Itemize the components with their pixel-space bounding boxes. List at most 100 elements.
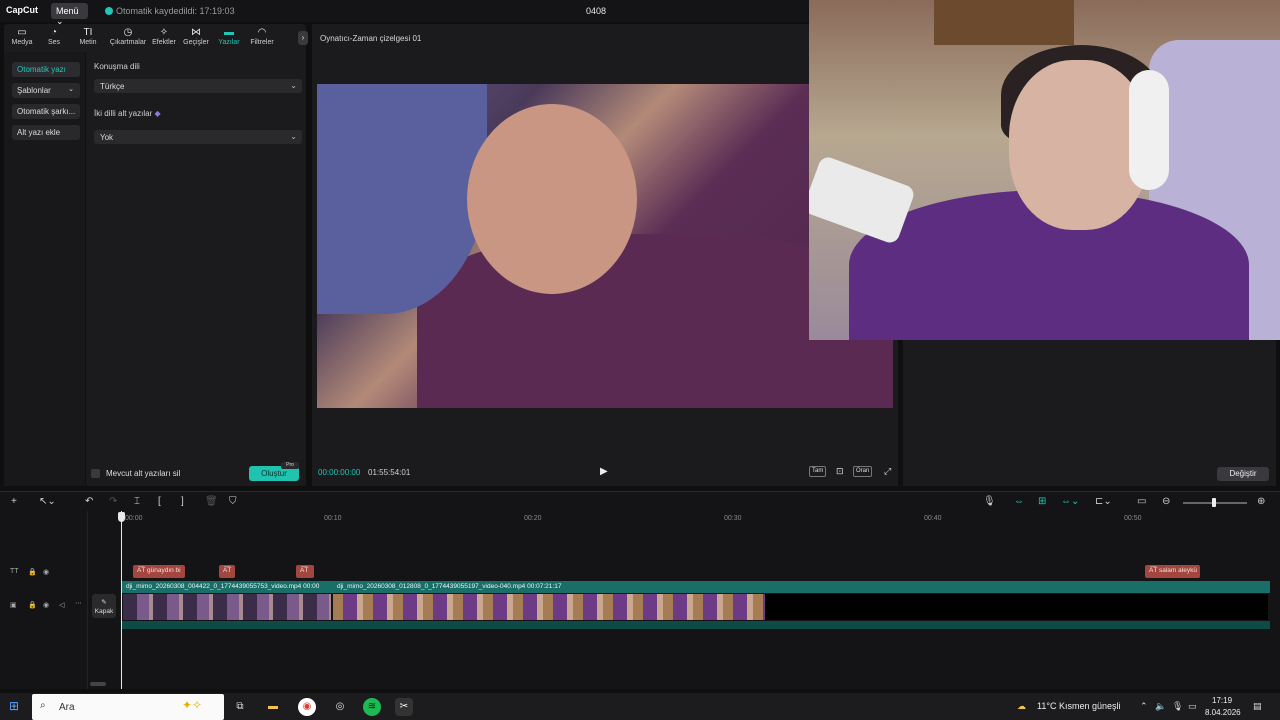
bilingual-select[interactable]: Yok ⌄: [94, 130, 302, 144]
link-icon[interactable]: ⇔: [1014, 496, 1024, 507]
cover-button[interactable]: ✎ Kapak: [92, 594, 116, 618]
network-icon[interactable]: ▭: [1188, 701, 1197, 712]
sidebar-item-templates[interactable]: Şablonlar ⌄: [12, 83, 80, 98]
horizontal-scrollbar[interactable]: [90, 682, 106, 686]
eye-icon[interactable]: ◉: [43, 568, 49, 576]
video-track-icon: ▣: [10, 602, 17, 609]
shield-icon[interactable]: ⛉: [229, 496, 237, 507]
chrome-icon[interactable]: ◉: [298, 698, 316, 716]
weather-text[interactable]: 11°C Kısmen güneşli: [1037, 701, 1120, 711]
ruler-label: 00:30: [724, 515, 742, 522]
project-title: 0408: [586, 6, 607, 16]
zoom-slider-handle[interactable]: [1212, 498, 1216, 507]
clip-label: dji_mimo_20260308_004422_0_1774439055753…: [126, 583, 320, 590]
chevron-down-icon: ⌄: [290, 132, 297, 141]
lock-icon[interactable]: 🔒: [28, 601, 37, 609]
capcut-logo: CapCut: [6, 5, 38, 15]
timeline: TT 🔒 ◉ ▣ 🔒 ◉ ◁ ⋯ 00:00 00:10 00:20 00:30…: [0, 511, 1280, 689]
tab-effects[interactable]: ✧ Efektler: [147, 27, 181, 51]
delete-icon[interactable]: 🗑: [205, 496, 218, 507]
task-view-icon[interactable]: ⧉: [231, 698, 249, 716]
search-icon: ⌕: [40, 700, 46, 711]
taskbar-search[interactable]: ⌕ Ara ✦✧: [32, 694, 224, 720]
audio-icon: ◔: [50, 27, 58, 38]
obs-icon[interactable]: ◎: [331, 698, 349, 716]
more-icon[interactable]: ⋯: [75, 599, 82, 607]
video-clip-empty[interactable]: [765, 594, 1268, 620]
transitions-icon: ⋈: [191, 27, 201, 38]
captions-icon: ▬: [224, 27, 234, 38]
cover-label: Kapak: [94, 608, 114, 615]
tab-filters[interactable]: ◠ Filtreler: [245, 27, 279, 51]
select-tool-icon[interactable]: ↖⌄: [39, 496, 56, 507]
search-placeholder: Ara: [59, 702, 75, 713]
capcut-app-icon[interactable]: ✂: [395, 698, 413, 716]
clock-date[interactable]: 8.04.2026: [1205, 708, 1241, 717]
pro-badge: Pro: [281, 462, 299, 469]
add-icon[interactable]: +: [11, 496, 17, 507]
tab-transitions[interactable]: ⋈ Geçişler: [179, 27, 213, 51]
microphone-icon[interactable]: 🎙: [983, 496, 996, 507]
play-icon[interactable]: ▶: [600, 466, 608, 477]
caption-icon[interactable]: ▭: [1137, 496, 1146, 507]
menu-button[interactable]: Menü ⌄: [51, 3, 88, 26]
microphone-tray-icon[interactable]: 🎙: [1172, 701, 1183, 712]
snap-icon[interactable]: ⇔⌄: [1061, 496, 1079, 507]
undo-icon[interactable]: ↶: [85, 496, 93, 507]
lock-icon[interactable]: 🔒: [28, 568, 37, 576]
windows-taskbar: ⊞ ⌕ Ara ✦✧ ⧉ ▬ ◉ ◎ ≋ ✂ ☁ 11°C Kısmen gün…: [0, 693, 1280, 720]
tab-label: Geçişler: [183, 39, 209, 46]
clock-time[interactable]: 17:19: [1212, 696, 1232, 705]
spotify-icon[interactable]: ≋: [363, 698, 381, 716]
sidebar-item-auto-lyrics[interactable]: Otomatik şarkı...: [12, 104, 80, 119]
notification-icon[interactable]: ▤: [1253, 701, 1262, 712]
preview-face: [467, 104, 637, 294]
split-icon[interactable]: ⌶: [134, 496, 140, 507]
sidebar-item-label: Şablonlar: [17, 86, 51, 95]
full-button[interactable]: Tam: [809, 466, 827, 477]
caption-clip[interactable]: A͞T günaydın bi: [133, 565, 185, 578]
tab-text[interactable]: TI Metin: [71, 27, 105, 51]
tab-label: Çıkartmalar: [109, 39, 147, 46]
volume-icon[interactable]: 🔈: [1155, 701, 1166, 712]
speaker-icon[interactable]: ◁: [59, 601, 64, 609]
eye-icon[interactable]: ◉: [43, 601, 49, 609]
trim-left-icon[interactable]: [: [158, 496, 161, 507]
weather-icon[interactable]: ☁: [1017, 701, 1026, 712]
video-clip[interactable]: [333, 594, 765, 620]
delete-existing-checkbox[interactable]: [91, 469, 100, 478]
trim-right-icon[interactable]: ]: [181, 496, 184, 507]
caption-clip[interactable]: A͞T salam aleykü: [1145, 565, 1200, 578]
webcam-shelf: [934, 0, 1074, 45]
preview-axis-icon[interactable]: ⊏⌄: [1095, 496, 1112, 507]
playhead[interactable]: [121, 511, 122, 689]
tab-label: Yazılar: [218, 39, 240, 46]
chevron-up-icon[interactable]: ⌃: [1140, 701, 1148, 712]
caption-clip[interactable]: A͞T: [296, 565, 314, 578]
file-explorer-icon[interactable]: ▬: [264, 698, 282, 716]
tab-stickers[interactable]: ◷ Çıkartmalar: [108, 27, 148, 51]
tab-media[interactable]: ▭ Medya: [5, 27, 39, 51]
audio-waveform[interactable]: [122, 621, 1270, 629]
zoom-out-icon[interactable]: ⊖: [1162, 496, 1170, 507]
tab-audio[interactable]: ◔ Ses: [37, 27, 71, 51]
fullscreen-icon[interactable]: ⤢: [882, 465, 893, 476]
zoom-in-icon[interactable]: ⊕: [1257, 496, 1265, 507]
chevron-down-icon: ⌄: [68, 86, 74, 93]
caption-clip[interactable]: A͞T: [219, 565, 235, 578]
chevron-right-icon[interactable]: ›: [298, 31, 308, 45]
video-preview[interactable]: [317, 84, 893, 408]
sidebar-item-auto-captions[interactable]: Otomatik yazı: [12, 62, 80, 77]
change-button[interactable]: Değiştir: [1217, 467, 1269, 481]
ratio-button[interactable]: Oran: [853, 466, 873, 477]
sidebar-item-add-subtitle[interactable]: Alt yazı ekle: [12, 125, 80, 140]
magnet-icon[interactable]: ⊞: [1038, 496, 1046, 507]
playhead-handle[interactable]: [118, 512, 125, 522]
screenshot-icon[interactable]: ⊡: [834, 465, 846, 476]
webcam-microphone: [809, 154, 917, 246]
video-clip[interactable]: [123, 594, 331, 620]
windows-start-icon[interactable]: ⊞: [9, 699, 19, 713]
tab-captions[interactable]: ▬ Yazılar: [212, 27, 246, 51]
language-select[interactable]: Türkçe ⌄: [94, 79, 302, 93]
redo-icon[interactable]: ↷: [109, 496, 117, 507]
